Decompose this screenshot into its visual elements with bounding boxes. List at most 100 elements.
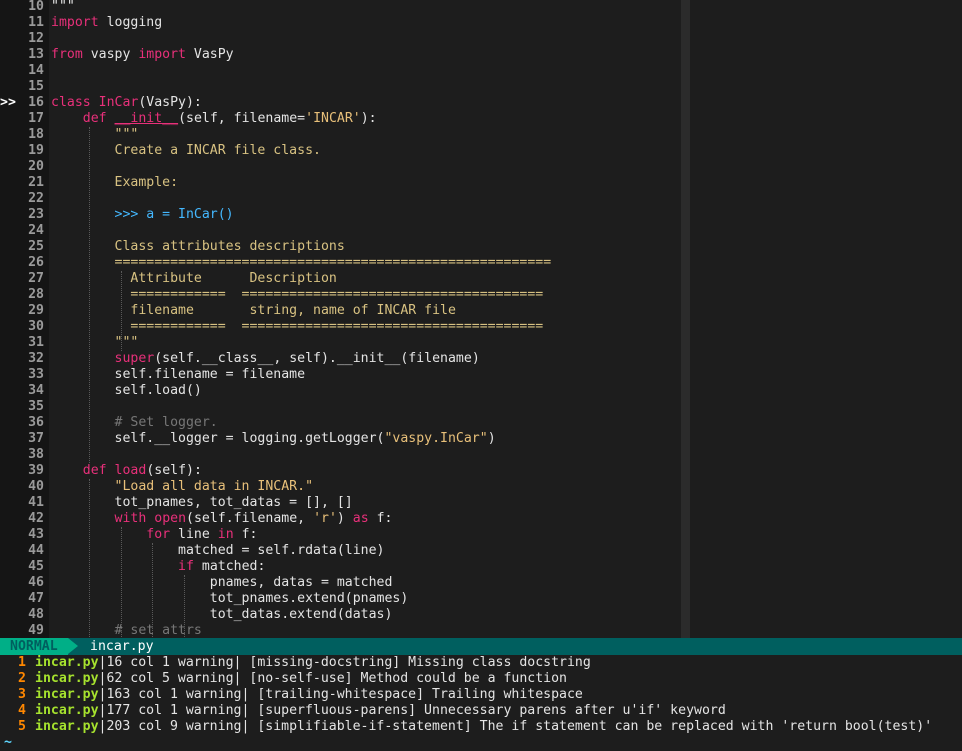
quickfix-list[interactable]: 1 incar.py|16 col 1 warning| [missing-doc…: [0, 655, 962, 751]
code-token: matched = self.rdata(line): [51, 543, 385, 558]
code-line[interactable]: 40 "Load all data in INCAR.": [0, 479, 962, 495]
code-line[interactable]: 35: [0, 399, 962, 415]
editor-pane[interactable]: 10 """ 11 import logging 12 13 from vaspy impo…: [0, 0, 962, 638]
line-number: 48: [28, 607, 44, 622]
code-token: class: [51, 95, 91, 110]
code-line[interactable]: 29 filename string, name of INCAR file: [0, 303, 962, 319]
code-line[interactable]: 20: [0, 159, 962, 175]
line-content: def load(self):: [51, 463, 202, 479]
code-line[interactable]: 12: [0, 31, 962, 47]
line-number: 23: [28, 207, 44, 222]
line-content: """: [51, 335, 139, 351]
line-content: ============ ===========================…: [51, 287, 543, 303]
code-line[interactable]: 21 Example:: [0, 175, 962, 191]
line-number: 38: [28, 447, 44, 462]
code-line[interactable]: 13 from vaspy import VasPy: [0, 47, 962, 63]
code-token: self.load(): [51, 383, 202, 398]
line-number: 16: [28, 95, 44, 110]
code-line[interactable]: 32 super(self.__class__, self).__init__(…: [0, 351, 962, 367]
line-number: 11: [28, 15, 44, 30]
line-number: 43: [28, 527, 44, 542]
code-line[interactable]: 42 with open(self.filename, 'r') as f:: [0, 511, 962, 527]
code-line[interactable]: 43 for line in f:: [0, 527, 962, 543]
line-content: ============ ===========================…: [51, 319, 543, 335]
quickfix-item-text: incar.py|177 col 1 warning| [superfluous…: [35, 703, 726, 719]
code-line[interactable]: 44 matched = self.rdata(line): [0, 543, 962, 559]
code-token: tot_datas.extend(datas): [51, 607, 393, 622]
line-number: 21: [28, 175, 44, 190]
code-line[interactable]: 24: [0, 223, 962, 239]
code-line[interactable]: 18 """: [0, 127, 962, 143]
code-line[interactable]: 25 Class attributes descriptions: [0, 239, 962, 255]
indent-guide: [120, 271, 123, 351]
code-line[interactable]: 46 pnames, datas = matched: [0, 575, 962, 591]
indent-guide: [152, 543, 154, 638]
code-line[interactable]: 48 tot_datas.extend(datas): [0, 607, 962, 623]
code-line[interactable]: 36 # Set logger.: [0, 415, 962, 431]
code-line[interactable]: 15: [0, 79, 962, 95]
quickfix-item-number: 3: [18, 687, 26, 702]
line-number: 33: [28, 367, 44, 382]
code-line[interactable]: 49 # set attrs: [0, 623, 962, 638]
quickfix-file: incar.py: [35, 671, 99, 686]
powerline-arrow-icon: [68, 638, 78, 654]
code-line[interactable]: 26 =====================================…: [0, 255, 962, 271]
code-line[interactable]: 41 tot_pnames, tot_datas = [], []: [0, 495, 962, 511]
code-line[interactable]: 28 ============ ========================…: [0, 287, 962, 303]
code-line[interactable]: 38: [0, 447, 962, 463]
code-line[interactable]: 31 """: [0, 335, 962, 351]
code-token: f:: [368, 511, 393, 526]
code-token: in: [217, 527, 234, 542]
code-token: f:: [233, 527, 258, 542]
quickfix-file: incar.py: [35, 703, 99, 718]
status-filename: incar.py: [90, 639, 154, 654]
code-line[interactable]: 47 tot_pnames.extend(pnames): [0, 591, 962, 607]
code-line[interactable]: 11 import logging: [0, 15, 962, 31]
code-line[interactable]: 10 """: [0, 0, 962, 15]
code-token: open: [154, 511, 187, 526]
quickfix-message: [simplifiable-if-statement] The if state…: [257, 719, 933, 734]
quickfix-item-text: incar.py|203 col 9 warning| [simplifiabl…: [35, 719, 932, 735]
code-token: ========================================…: [51, 255, 552, 270]
code-line[interactable]: 33 self.filename = filename: [0, 367, 962, 383]
code-line[interactable]: 14: [0, 63, 962, 79]
code-token: import: [138, 47, 186, 62]
code-line[interactable]: 23 >>> a = InCar(): [0, 207, 962, 223]
line-number: 17: [28, 111, 44, 126]
line-number: 25: [28, 239, 44, 254]
code-line[interactable]: 39 def load(self):: [0, 463, 962, 479]
line-number: 44: [28, 543, 44, 558]
line-content: tot_datas.extend(datas): [51, 607, 393, 623]
code-token: super: [114, 351, 155, 366]
code-line[interactable]: 27 Attribute Description: [0, 271, 962, 287]
line-number: 28: [28, 287, 44, 302]
quickfix-item-number: 4: [18, 703, 26, 718]
line-content: tot_pnames, tot_datas = [], []: [51, 495, 353, 511]
code-token: Class attributes descriptions: [51, 239, 345, 254]
code-line[interactable]: >> 16 class InCar(VasPy):: [0, 95, 962, 111]
line-number: 12: [28, 31, 44, 46]
code-token: InCar: [98, 95, 139, 110]
line-number: 36: [28, 415, 44, 430]
code-line[interactable]: 22: [0, 191, 962, 207]
status-line: NORMAL incar.py: [0, 638, 962, 655]
line-content: self.__logger = logging.getLogger("vaspy…: [51, 431, 496, 447]
code-line[interactable]: 17 def __init__(self, filename='INCAR'):: [0, 111, 962, 127]
code-line[interactable]: 19 Create a INCAR file class.: [0, 143, 962, 159]
code-token: self.__logger = logging.getLogger(: [51, 431, 385, 446]
code-line[interactable]: 37 self.__logger = logging.getLogger("va…: [0, 431, 962, 447]
code-line[interactable]: 45 if matched:: [0, 559, 962, 575]
code-line[interactable]: 34 self.load(): [0, 383, 962, 399]
quickfix-location: |16 col 1 warning|: [98, 655, 250, 670]
quickfix-file: incar.py: [35, 687, 99, 702]
line-content: """: [51, 0, 75, 15]
code-token: ): [487, 431, 496, 446]
code-token: """: [51, 127, 139, 142]
code-token: 'r': [313, 511, 337, 526]
mode-indicator: NORMAL: [0, 638, 68, 655]
code-line[interactable]: 30 ============ ========================…: [0, 319, 962, 335]
quickfix-item-text: incar.py|163 col 1 warning| [trailing-wh…: [35, 687, 583, 703]
line-content: # Set logger.: [51, 415, 218, 431]
